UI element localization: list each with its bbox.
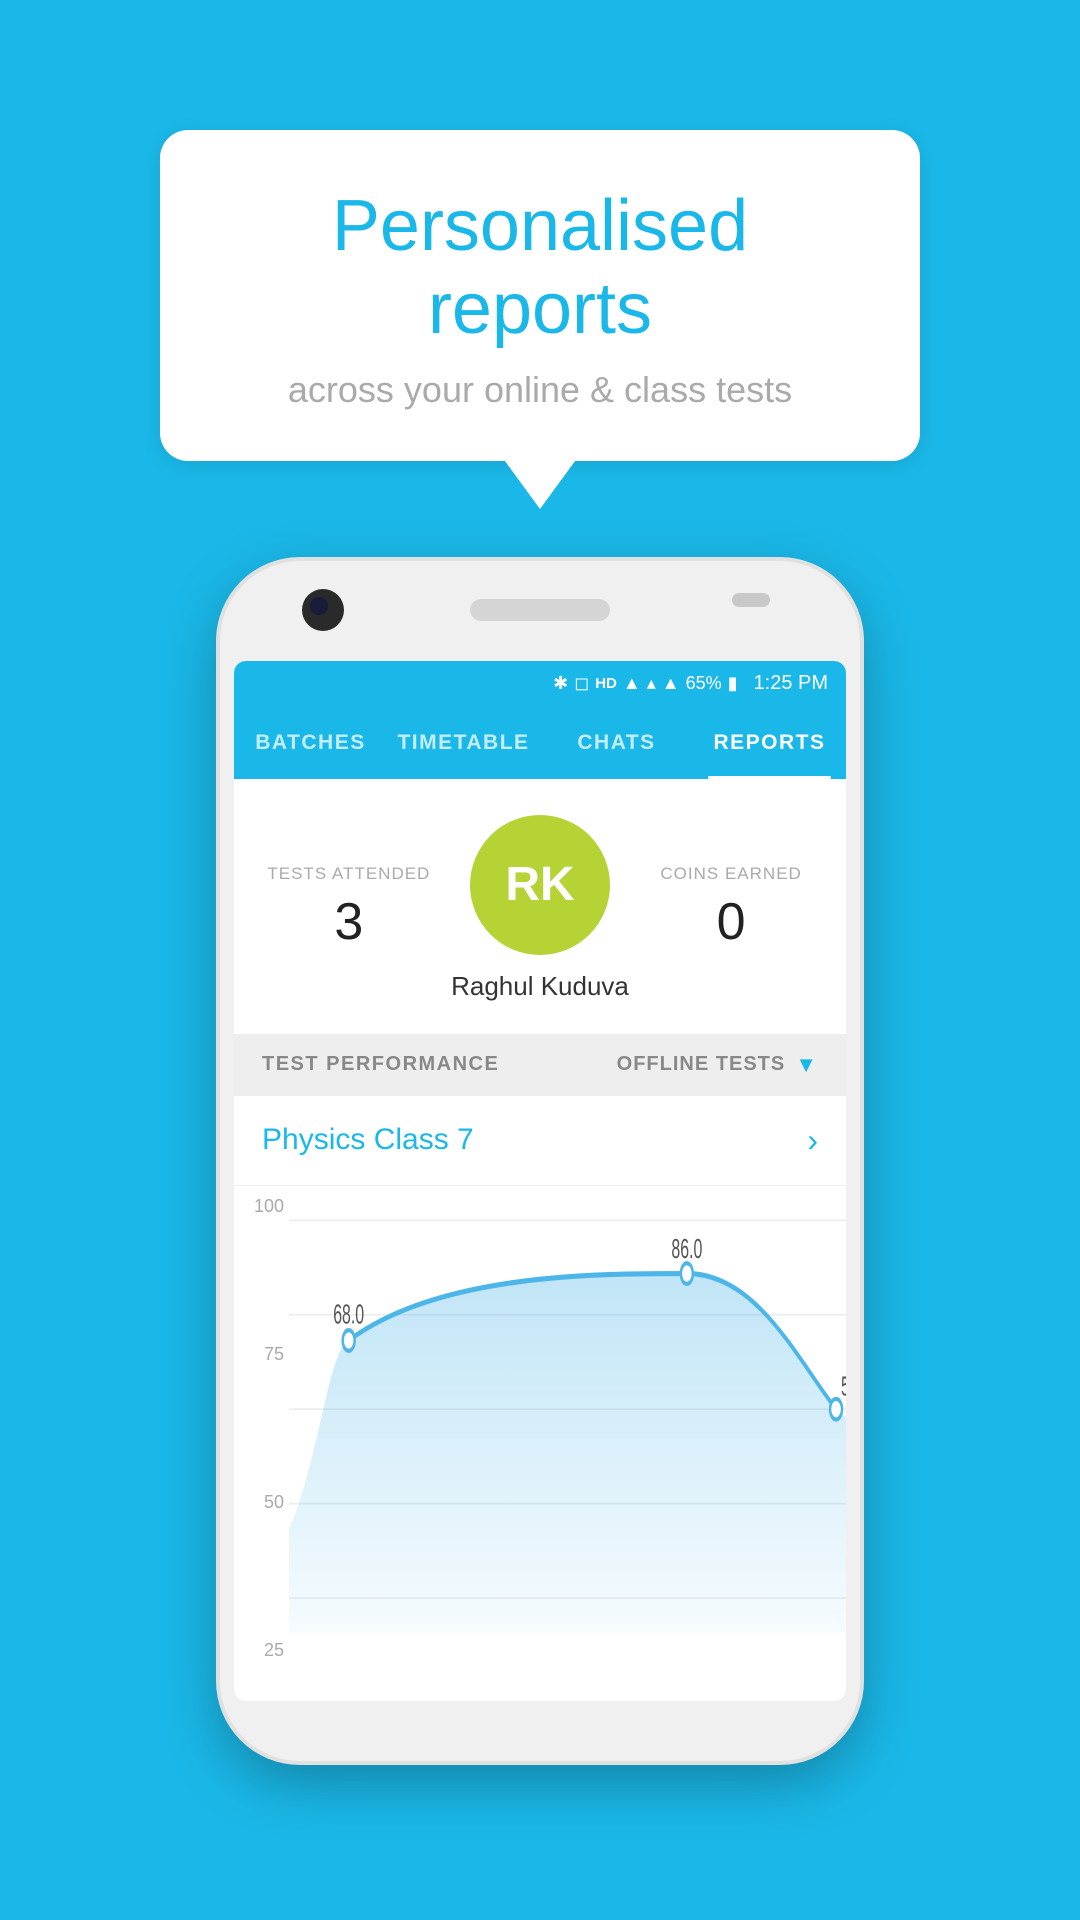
user-name: Raghul Kuduva	[451, 971, 629, 1002]
chart-svg: 68.0 86.0 50.0	[289, 1186, 846, 1701]
class-row[interactable]: Physics Class 7 ›	[234, 1096, 846, 1186]
avatar-initials: RK	[505, 857, 574, 912]
speaker	[470, 599, 610, 621]
y-label-75: 75	[234, 1344, 294, 1365]
y-label-100: 100	[234, 1196, 294, 1217]
phone-screen: ✱ ◻ HD ▲ ▴ ▲ 65% ▮ 1:25 PM	[234, 661, 846, 1701]
coins-earned-value: 0	[644, 892, 818, 952]
tab-reports[interactable]: REPORTS	[693, 707, 846, 779]
phone-mockup: ✱ ◻ HD ▲ ▴ ▲ 65% ▮ 1:25 PM	[220, 561, 860, 1761]
wifi-icon: ▴	[647, 673, 656, 694]
filter-label: OFFLINE TESTS	[617, 1053, 786, 1076]
signal-icon: ▲	[623, 673, 641, 694]
svg-text:68.0: 68.0	[333, 1298, 364, 1329]
avatar: RK	[470, 815, 610, 955]
section-header: TEST PERFORMANCE OFFLINE TESTS ▼	[234, 1034, 846, 1096]
phone-outer: ✱ ◻ HD ▲ ▴ ▲ 65% ▮ 1:25 PM	[220, 561, 860, 1761]
tests-attended-value: 3	[262, 892, 436, 952]
status-time: 1:25 PM	[754, 672, 828, 695]
battery-text: 65%	[686, 673, 722, 694]
nav-tabs: BATCHES TIMETABLE CHATS REPORTS	[234, 707, 846, 779]
coins-earned-label: COINS EARNED	[644, 864, 818, 884]
battery-icon: ▮	[728, 673, 738, 694]
coins-earned-block: COINS EARNED 0	[644, 864, 818, 952]
status-bar: ✱ ◻ HD ▲ ▴ ▲ 65% ▮ 1:25 PM	[234, 661, 846, 707]
hd-icon: HD	[595, 675, 617, 692]
tests-attended-block: TESTS ATTENDED 3	[262, 864, 436, 952]
network-icon: ▲	[662, 673, 680, 694]
bubble-subtitle: across your online & class tests	[225, 369, 855, 411]
tests-attended-label: TESTS ATTENDED	[262, 864, 436, 884]
status-icons: ✱ ◻ HD ▲ ▴ ▲ 65% ▮	[553, 673, 737, 694]
class-name: Physics Class 7	[262, 1123, 474, 1157]
vibrate-icon: ◻	[574, 673, 589, 694]
speech-bubble: Personalised reports across your online …	[160, 130, 920, 461]
tab-batches[interactable]: BATCHES	[234, 707, 387, 779]
user-card: TESTS ATTENDED 3 RK Raghul Kuduva COINS …	[234, 779, 846, 1034]
screen-content: TESTS ATTENDED 3 RK Raghul Kuduva COINS …	[234, 779, 846, 1701]
y-label-50: 50	[234, 1492, 294, 1513]
bluetooth-icon: ✱	[553, 673, 568, 694]
camera-icon	[302, 589, 344, 631]
svg-text:86.0: 86.0	[671, 1233, 702, 1264]
section-title: TEST PERFORMANCE	[262, 1053, 499, 1076]
avatar-block: RK Raghul Kuduva	[436, 815, 645, 1002]
chart-area: 100 75 50 25	[234, 1186, 846, 1701]
chevron-down-icon: ▼	[795, 1052, 818, 1078]
chart-y-labels: 100 75 50 25	[234, 1186, 294, 1701]
y-label-25: 25	[234, 1640, 294, 1661]
tab-timetable[interactable]: TIMETABLE	[387, 707, 540, 779]
home-sensor	[732, 593, 770, 607]
section-filter[interactable]: OFFLINE TESTS ▼	[617, 1052, 818, 1078]
bubble-title: Personalised reports	[225, 185, 855, 351]
tab-chats[interactable]: CHATS	[540, 707, 693, 779]
chevron-right-icon: ›	[807, 1122, 818, 1159]
svg-text:50.0: 50.0	[841, 1371, 846, 1402]
